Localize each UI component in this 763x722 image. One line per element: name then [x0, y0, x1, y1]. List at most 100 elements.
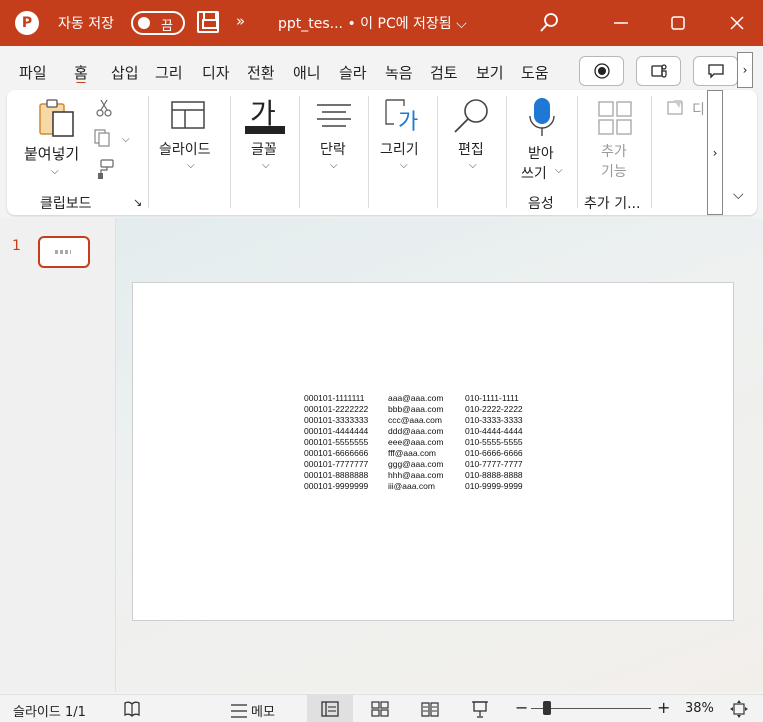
comments-button[interactable] [693, 56, 738, 86]
slide-thumbnail[interactable] [38, 236, 90, 268]
slide-column-ids[interactable]: 000101-1111111 000101-2222222 000101-33333… [304, 393, 368, 492]
tab-transitions[interactable]: 전환 [247, 62, 283, 83]
add-ins-label-2[interactable]: 기능 [601, 161, 627, 181]
group-separator [506, 96, 507, 208]
slide-text-line: ccc@aaa.com [388, 415, 442, 425]
editing-chevron-down-icon[interactable]: ⌵ [469, 160, 477, 171]
slide-text-line: 010-5555-5555 [465, 437, 523, 447]
group-separator [299, 96, 300, 208]
autosave-toggle[interactable]: 끔 [131, 11, 185, 35]
slide-text-line: 010-6666-6666 [465, 448, 523, 458]
cut-icon[interactable] [95, 98, 113, 118]
maximize-icon[interactable] [663, 8, 693, 38]
add-ins-icon[interactable] [597, 100, 633, 136]
slideshow-icon[interactable] [470, 699, 490, 719]
paragraph-chevron-down-icon[interactable]: ⌵ [330, 160, 338, 171]
editing-button[interactable]: 편집 [458, 139, 484, 159]
draw-chevron-down-icon[interactable]: ⌵ [400, 160, 408, 171]
draw-glyph-icon: 가 [398, 110, 419, 135]
powerpoint-logo-icon[interactable]: P [15, 11, 39, 35]
group-separator [651, 96, 652, 208]
dictate-chevron-down-icon[interactable]: ⌵ [555, 165, 563, 176]
slide-text-line: 000101-6666666 [304, 448, 369, 458]
find-icon[interactable] [452, 96, 492, 136]
quick-access-more-button[interactable]: » [236, 12, 245, 30]
slides-button[interactable]: 슬라이드 [159, 139, 211, 159]
reading-view-icon[interactable] [420, 699, 440, 719]
copy-icon[interactable] [93, 128, 115, 148]
copy-chevron-down-icon[interactable]: ⌵ [122, 134, 130, 145]
paste-icon[interactable] [37, 98, 77, 138]
save-icon[interactable] [197, 11, 219, 33]
normal-view-icon[interactable] [320, 699, 340, 719]
group-separator [230, 96, 231, 208]
slide-sorter-icon[interactable] [370, 699, 390, 719]
toggle-knob [138, 17, 150, 29]
slide-text-line: 000101-8888888 [304, 470, 369, 480]
search-icon[interactable] [538, 10, 562, 34]
minimize-icon[interactable] [606, 8, 636, 38]
paste-chevron-down-icon[interactable]: ⌵ [51, 166, 59, 177]
record-button[interactable] [579, 56, 624, 86]
slide-text-line: 000101-2222222 [304, 404, 369, 414]
group-separator [148, 96, 149, 208]
close-icon[interactable] [722, 8, 752, 38]
tab-view[interactable]: 보기 [476, 62, 512, 83]
paragraph-button[interactable]: 단락 [320, 139, 346, 159]
notes-button[interactable]: 메모 [251, 701, 275, 720]
font-chevron-down-icon[interactable]: ⌵ [262, 160, 270, 171]
tab-slideshow[interactable]: 슬라 [339, 62, 375, 83]
zoom-level[interactable]: 38% [685, 701, 714, 716]
tab-animations[interactable]: 애니 [293, 62, 330, 83]
group-separator [368, 96, 369, 208]
tab-insert[interactable]: 삽입 [111, 62, 145, 83]
draw-button[interactable]: 그리기 [380, 139, 419, 159]
tab-home[interactable]: 홈 [74, 62, 88, 83]
slide-text-line: 000101-9999999 [304, 481, 369, 491]
microphone-icon[interactable] [528, 96, 556, 138]
notes-icon[interactable] [229, 701, 249, 721]
tab-draw[interactable]: 그리 [155, 62, 192, 83]
tab-record[interactable]: 녹음 [385, 62, 421, 83]
add-ins-button[interactable]: 추가 [601, 141, 627, 161]
fit-to-window-icon[interactable] [729, 699, 749, 719]
slide-text-line: aaa@aaa.com [388, 393, 444, 403]
dictate-button[interactable]: 받아 [528, 143, 554, 163]
tab-design[interactable]: 디자 [202, 62, 237, 83]
font-button[interactable]: 글꼴 [251, 139, 277, 159]
designer-icon[interactable] [666, 98, 686, 116]
document-title[interactable]: ppt_tes... • 이 PC에 저장됨 ⌵ [278, 13, 467, 33]
paragraph-icon[interactable] [315, 102, 353, 130]
slide-canvas[interactable]: 000101-1111111 000101-2222222 000101-33333… [132, 282, 734, 621]
zoom-out-button[interactable]: − [515, 698, 528, 717]
slides-pane: 1 [0, 218, 116, 692]
group-separator [437, 96, 438, 208]
slide-text-line: 010-1111-1111 [465, 393, 519, 403]
toggle-state: 끔 [161, 19, 173, 34]
tabs-scroll-right[interactable]: › [737, 52, 753, 88]
slide-text-line: 000101-1111111 [304, 393, 365, 403]
tab-review[interactable]: 검토 [430, 62, 466, 83]
zoom-slider-thumb[interactable] [543, 701, 551, 715]
paste-button[interactable]: 붙여넣기 [24, 143, 79, 164]
slide-column-emails[interactable]: aaa@aaa.com bbb@aaa.com ccc@aaa.com ddd@aaa… [388, 393, 443, 492]
zoom-in-button[interactable]: + [657, 698, 670, 717]
slide-column-phones[interactable]: 010-1111-1111 010-2222-2222 010-3333-3333 0… [465, 393, 523, 492]
dictate-label-2[interactable]: 쓰기 [521, 163, 547, 183]
ribbon-scroll-right[interactable]: › [707, 90, 723, 215]
new-slide-icon[interactable] [170, 100, 206, 130]
accessibility-book-icon[interactable] [122, 699, 142, 719]
slide-text-line: ddd@aaa.com [388, 426, 444, 436]
clipboard-dialog-launcher-icon[interactable]: ↘ [133, 196, 142, 209]
group-separator [577, 96, 578, 208]
designer-button[interactable]: 디 [692, 99, 705, 119]
tab-file[interactable]: 파일 [19, 62, 47, 83]
tab-help[interactable]: 도움 [521, 62, 559, 83]
format-painter-icon[interactable] [93, 158, 115, 180]
teams-icon [650, 64, 667, 78]
slide-count[interactable]: 슬라이드 1/1 [13, 701, 86, 720]
autosave-label: 자동 저장 [58, 16, 114, 32]
collapse-ribbon-chevron-icon[interactable]: ⌵ [733, 187, 744, 203]
slides-chevron-down-icon[interactable]: ⌵ [187, 160, 195, 171]
teams-present-button[interactable] [636, 56, 681, 86]
